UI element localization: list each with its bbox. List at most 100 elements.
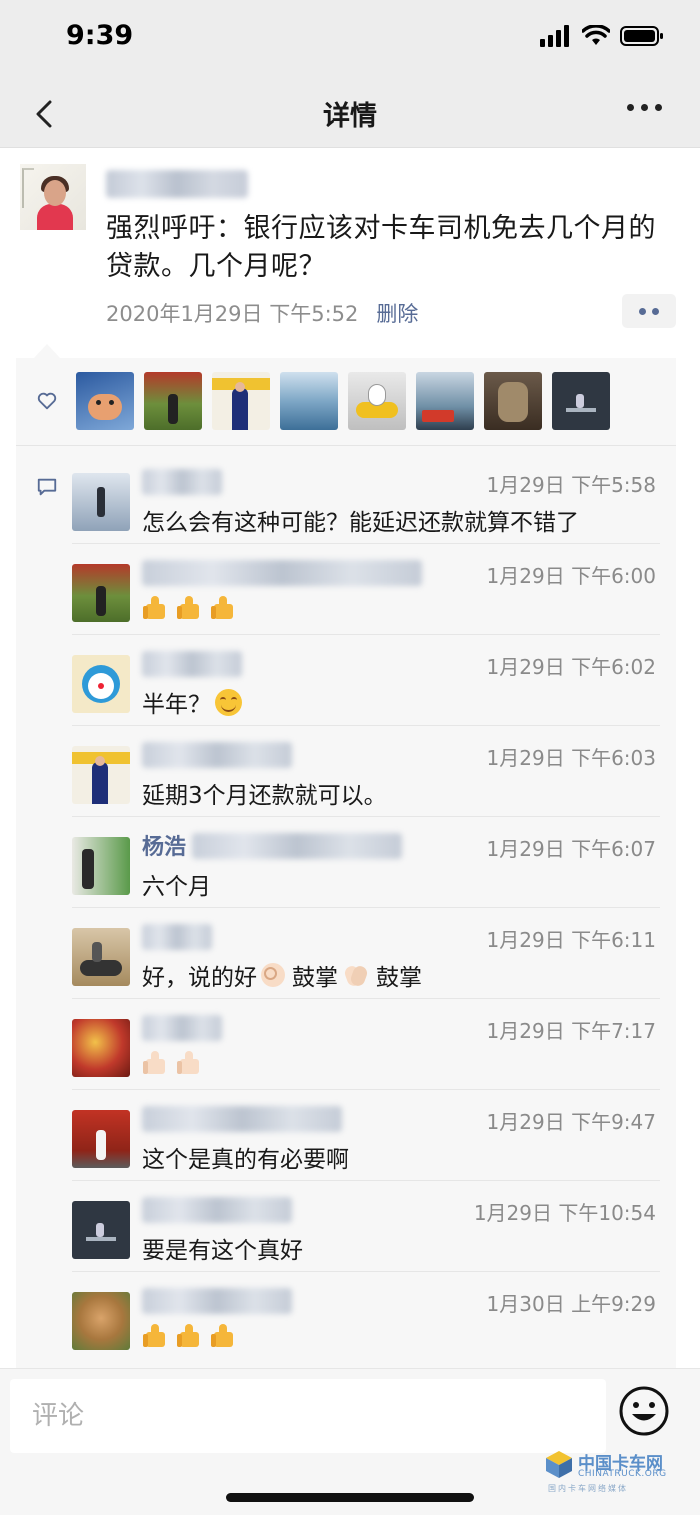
commenter-name-blurred[interactable] (142, 469, 222, 495)
comment-time: 1月29日 下午6:11 (486, 928, 656, 952)
comment-time: 1月29日 下午9:47 (486, 1110, 656, 1134)
commenter-avatar[interactable] (72, 746, 130, 804)
dot-icon (639, 307, 646, 315)
commenter-name-blurred[interactable] (142, 560, 422, 586)
commenter-avatar[interactable] (72, 655, 130, 713)
battery-icon (620, 26, 663, 46)
comment-icon (37, 478, 57, 496)
comment-text: 延期3个月还款就可以。 (142, 783, 387, 809)
commenter-name-blurred[interactable] (142, 742, 292, 768)
comment-time: 1月29日 下午6:03 (486, 746, 656, 770)
page-title: 详情 (323, 101, 377, 132)
commenter-avatar[interactable] (72, 928, 130, 986)
commenter-avatar[interactable] (72, 1292, 130, 1350)
status-time: 9:39 (66, 20, 134, 51)
like-avatar[interactable] (280, 372, 338, 430)
comment-item[interactable]: 1月29日 下午6:03 延期3个月还款就可以。 (72, 726, 660, 817)
like-avatar[interactable] (212, 372, 270, 430)
delete-link[interactable]: 删除 (376, 298, 418, 328)
dot-icon (655, 104, 662, 111)
wifi-icon (582, 25, 610, 45)
dot-icon (641, 104, 648, 111)
commenter-avatar[interactable] (72, 837, 130, 895)
comment-time: 1月29日 下午6:00 (486, 564, 656, 588)
dot-icon (627, 104, 634, 111)
comment-item[interactable]: 1月29日 下午10:54 要是有这个真好 (72, 1181, 660, 1272)
thumbs-up-icon (176, 1049, 203, 1076)
like-avatar[interactable] (144, 372, 202, 430)
comment-text-part: 鼓掌 (376, 965, 422, 991)
smile-emoji-icon (215, 688, 242, 716)
comment-item[interactable]: 1月29日 下午5:58 怎么会有这种可能？能延迟还款就算不错了 (72, 453, 660, 544)
interactions-panel: 1月29日 下午5:58 怎么会有这种可能？能延迟还款就算不错了 1月29日 下… (16, 358, 676, 1368)
comment-text: 怎么会有这种可能？能延迟还款就算不错了 (142, 510, 579, 536)
comment-time: 1月29日 下午5:58 (486, 473, 656, 497)
bubble-arrow (34, 344, 60, 358)
nav-bar: 详情 (0, 80, 700, 148)
comment-item[interactable]: 1月29日 下午9:47 这个是真的有必要啊 (72, 1090, 660, 1181)
commenter-name-blurred[interactable] (142, 1015, 222, 1041)
signal-icon (540, 25, 569, 47)
commenter-avatar[interactable] (72, 1201, 130, 1259)
comment-input[interactable] (10, 1379, 606, 1453)
comment-text: 要是有这个真好 (142, 1238, 303, 1264)
home-indicator (226, 1493, 474, 1502)
author-avatar[interactable] (20, 164, 86, 230)
status-icons (540, 25, 664, 47)
commenter-name-blurred[interactable] (142, 924, 212, 950)
emoji-picker-icon[interactable] (618, 1385, 670, 1437)
comment-text-part: 鼓掌 (292, 965, 338, 991)
comment-item[interactable]: 1月29日 下午7:17 (72, 999, 660, 1090)
commenter-avatar[interactable] (72, 1019, 130, 1077)
likes-row (16, 358, 676, 446)
watermark-logo: 中国卡车网 CHINATRUCK.ORG 国内卡车网络媒体 (544, 1447, 670, 1493)
comment-text: 好，说的好 鼓掌 鼓掌 (142, 958, 422, 992)
comment-time: 1月29日 下午6:02 (486, 655, 656, 679)
post-action-button[interactable] (622, 294, 676, 328)
commenter-name-blurred[interactable] (142, 1288, 292, 1314)
comment-bar: 中国卡车网 CHINATRUCK.ORG 国内卡车网络媒体 (0, 1368, 700, 1515)
comment-input-box[interactable] (10, 1379, 606, 1453)
comment-text-part: 半年？ (142, 692, 211, 718)
watermark-sub: CHINATRUCK.ORG (578, 1469, 667, 1479)
comment-item[interactable]: 1月29日 下午6:11 好，说的好 鼓掌 鼓掌 (72, 908, 660, 999)
like-avatar[interactable] (416, 372, 474, 430)
commenter-name-blurred[interactable] (192, 833, 402, 859)
more-options-button[interactable] (627, 104, 662, 111)
commenter-name[interactable]: 杨浩 (142, 829, 186, 861)
commenter-name-blurred[interactable] (142, 651, 242, 677)
comment-text (142, 1322, 240, 1349)
like-avatar[interactable] (484, 372, 542, 430)
comment-text: 这个是真的有必要啊 (142, 1147, 349, 1173)
thumbs-up-icon (142, 1049, 169, 1076)
comment-item[interactable]: 1月29日 下午6:02 半年？ (72, 635, 660, 726)
post-text: 强烈呼吁：银行应该对卡车司机免去几个月的贷款。几个月呢？ (106, 213, 656, 282)
post-meta: 2020年1月29日 下午5:52 删除 (106, 298, 418, 328)
thumbs-up-icon (176, 594, 203, 621)
comment-text: 半年？ (142, 685, 245, 719)
comment-text-part: 好，说的好 (142, 965, 257, 991)
commenter-avatar[interactable] (72, 564, 130, 622)
comment-text: 六个月 (142, 874, 211, 900)
thumbs-up-icon (142, 1322, 169, 1349)
commenter-name-blurred[interactable] (142, 1197, 292, 1223)
dot-icon (652, 307, 659, 315)
comment-item[interactable]: 1月30日 上午9:29 (72, 1272, 660, 1363)
author-name-blurred[interactable] (106, 170, 248, 198)
comment-time: 1月30日 上午9:29 (486, 1292, 656, 1316)
thumbs-up-icon (210, 1322, 237, 1349)
comment-item[interactable]: 1月29日 下午6:00 (72, 544, 660, 635)
comment-text (142, 594, 240, 621)
commenter-name-blurred[interactable] (142, 1106, 342, 1132)
commenter-avatar[interactable] (72, 473, 130, 531)
post-date: 2020年1月29日 下午5:52 (106, 302, 359, 326)
like-avatar[interactable] (76, 372, 134, 430)
cube-logo-icon (546, 1451, 572, 1478)
like-avatar[interactable] (552, 372, 610, 430)
comment-item[interactable]: 杨浩 1月29日 下午6:07 六个月 (72, 817, 660, 908)
commenter-avatar[interactable] (72, 1110, 130, 1168)
comment-time: 1月29日 下午7:17 (486, 1019, 656, 1043)
comment-time: 1月29日 下午6:07 (486, 837, 656, 861)
like-avatar[interactable] (348, 372, 406, 430)
thumbs-up-icon (210, 594, 237, 621)
